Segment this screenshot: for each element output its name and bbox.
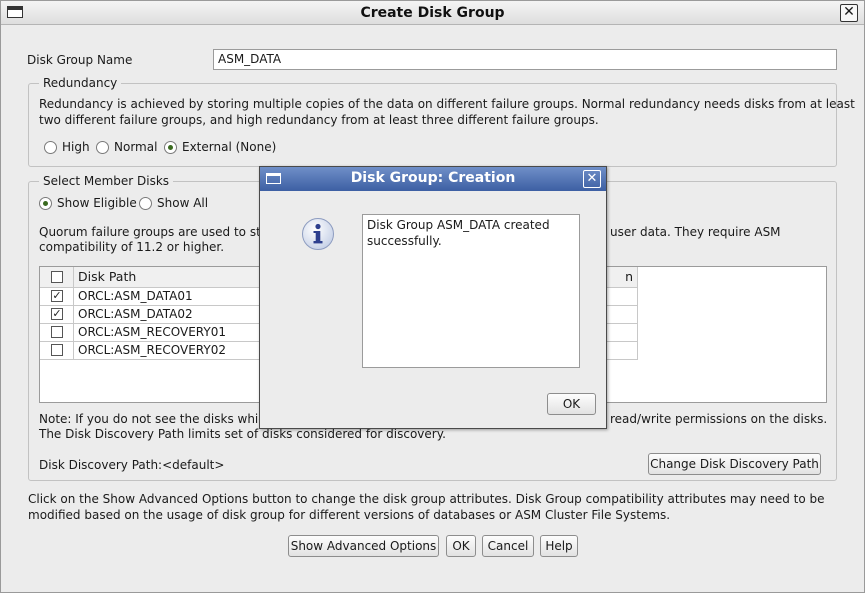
note-text-left: Note: If you do not see the disks which — [39, 412, 273, 426]
radio-high[interactable] — [44, 141, 57, 154]
advanced-note-line1: Click on the Show Advanced Options butto… — [28, 492, 825, 506]
redundancy-description: Redundancy is achieved by storing multip… — [39, 96, 855, 128]
select-all-checkbox[interactable] — [51, 271, 63, 283]
redundancy-title: Redundancy — [39, 76, 122, 90]
change-discovery-path-button[interactable]: Change Disk Discovery Path — [648, 453, 821, 475]
show-advanced-options-button[interactable]: Show Advanced Options — [288, 535, 439, 557]
radio-normal-label[interactable]: Normal — [114, 140, 157, 154]
row-checkbox[interactable]: ✓ — [51, 290, 63, 302]
dialog-message: Disk Group ASM_DATA created successfully… — [362, 214, 580, 368]
dialog-ok-button[interactable]: OK — [547, 393, 596, 415]
ok-button[interactable]: OK — [446, 535, 476, 557]
disk-group-name-label: Disk Group Name — [27, 53, 133, 67]
member-disks-title: Select Member Disks — [39, 174, 174, 188]
radio-show-eligible[interactable] — [39, 197, 52, 210]
redundancy-description-line2: two different failure groups, and high r… — [39, 113, 599, 127]
radio-show-all-label[interactable]: Show All — [157, 196, 208, 210]
row-checkbox[interactable] — [51, 344, 63, 356]
note-text-right: read/write permissions on the disks. — [610, 412, 828, 426]
radio-external[interactable] — [164, 141, 177, 154]
quorum-text-left: Quorum failure groups are used to sto — [39, 225, 269, 239]
dialog-message-line1: Disk Group ASM_DATA created — [367, 218, 550, 232]
row-checkbox[interactable]: ✓ — [51, 308, 63, 320]
disk-group-name-input[interactable]: ASM_DATA — [213, 49, 837, 70]
radio-show-all[interactable] — [139, 197, 152, 210]
radio-show-eligible-label[interactable]: Show Eligible — [57, 196, 137, 210]
info-icon — [302, 218, 334, 250]
close-icon[interactable]: ✕ — [840, 4, 858, 22]
help-button[interactable]: Help — [540, 535, 578, 557]
table-header-select[interactable] — [40, 267, 74, 288]
quorum-text-line2: compatibility of 11.2 or higher. — [39, 240, 225, 254]
radio-external-label[interactable]: External (None) — [182, 140, 276, 154]
window-title: Create Disk Group — [360, 5, 505, 21]
dialog-close-icon[interactable]: ✕ — [583, 170, 601, 188]
radio-high-label[interactable]: High — [62, 140, 90, 154]
advanced-note-line2: modified based on the usage of disk grou… — [28, 508, 671, 522]
dialog-title-bar: Disk Group: Creation ✕ — [260, 167, 606, 191]
note-text-line2: The Disk Discovery Path limits set of di… — [39, 427, 446, 441]
row-checkbox[interactable] — [51, 326, 63, 338]
dialog-message-line2: successfully. — [367, 234, 442, 248]
title-bar: Create Disk Group ✕ — [1, 1, 864, 25]
radio-normal[interactable] — [96, 141, 109, 154]
cancel-button[interactable]: Cancel — [482, 535, 534, 557]
redundancy-description-line1: Redundancy is achieved by storing multip… — [39, 97, 855, 111]
creation-dialog: Disk Group: Creation ✕ Disk Group ASM_DA… — [259, 166, 607, 429]
dialog-title: Disk Group: Creation — [350, 170, 516, 186]
discovery-path-label: Disk Discovery Path:<default> — [39, 458, 225, 472]
quorum-text-right: user data. They require ASM — [610, 225, 781, 239]
create-disk-group-window: Create Disk Group ✕ Disk Group Name ASM_… — [0, 0, 865, 593]
